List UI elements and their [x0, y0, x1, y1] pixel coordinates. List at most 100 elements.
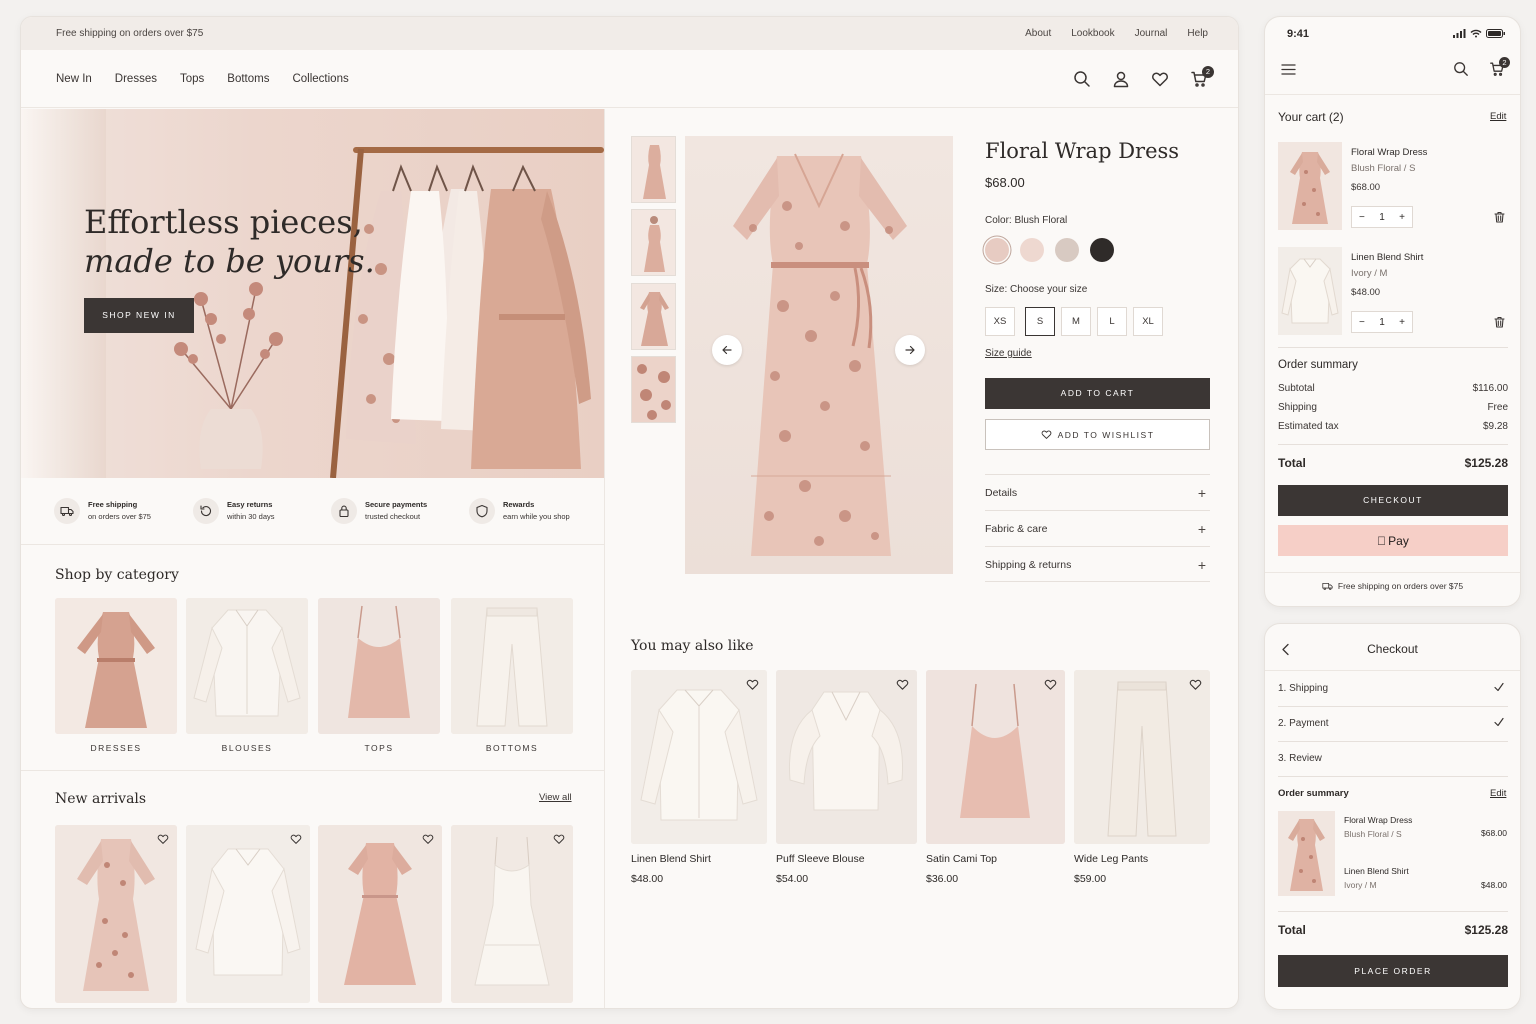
category-card-blouses[interactable] [186, 598, 308, 734]
wishlist-heart-icon[interactable] [896, 678, 909, 691]
recommendation-card-linen-shirt[interactable] [631, 670, 767, 844]
feature-secure-payments: Secure payments trusted checkout [331, 498, 427, 524]
recommendation-name[interactable]: Linen Blend Shirt [631, 853, 711, 865]
increase-qty-button[interactable]: + [1399, 212, 1405, 223]
cart-icon[interactable]: 2 [1190, 66, 1214, 88]
category-label-blouses[interactable]: BLOUSES [186, 743, 308, 753]
carousel-prev-button[interactable] [712, 335, 742, 365]
recommendation-name[interactable]: Wide Leg Pants [1074, 853, 1148, 865]
wishlist-heart-icon[interactable] [422, 833, 434, 845]
wishlist-heart-icon[interactable] [290, 833, 302, 845]
feature-free-shipping: Free shipping on orders over $75 [54, 498, 151, 524]
checkout-title: Checkout [1367, 642, 1418, 656]
accordion-fabric-care[interactable]: Fabric & care + [985, 510, 1210, 546]
checkout-step-payment[interactable]: 2. Payment [1278, 717, 1508, 729]
floral-dress-illustration [55, 825, 177, 1003]
cami-top-illustration [318, 598, 440, 734]
wishlist-heart-icon[interactable] [746, 678, 759, 691]
place-order-button[interactable]: PLACE ORDER [1278, 955, 1508, 987]
recommendation-name[interactable]: Puff Sleeve Blouse [776, 853, 865, 865]
hero-banner: Effortless pieces, made to be yours. SHOP… [21, 109, 604, 478]
wishlist-heart-icon[interactable] [553, 833, 565, 845]
topbar-link-help[interactable]: Help [1187, 28, 1208, 39]
carousel-next-button[interactable] [895, 335, 925, 365]
color-swatch-rose[interactable] [1020, 238, 1044, 262]
search-icon[interactable] [1453, 61, 1469, 77]
color-swatch-taupe[interactable] [1055, 238, 1079, 262]
checkout-step-shipping[interactable]: 1. Shipping [1278, 682, 1508, 694]
category-label-bottoms[interactable]: BOTTOMS [451, 743, 573, 753]
add-to-wishlist-label: ADD TO WISHLIST [1057, 429, 1155, 440]
category-card-dresses[interactable] [55, 598, 177, 734]
category-card-tops[interactable] [318, 598, 440, 734]
checkout-step-review[interactable]: 3. Review [1278, 753, 1508, 764]
category-card-bottoms[interactable] [451, 598, 573, 734]
size-option-m[interactable]: M [1061, 307, 1091, 336]
accordion-details[interactable]: Details + [985, 474, 1210, 510]
product-thumbnail-1[interactable] [631, 136, 676, 203]
heart-icon[interactable] [1151, 70, 1169, 88]
cart-edit-link[interactable]: Edit [1490, 111, 1506, 122]
feature-title: Secure payments [365, 500, 428, 509]
decrease-qty-button[interactable]: − [1359, 212, 1365, 223]
add-to-wishlist-button[interactable]: ADD TO WISHLIST [985, 419, 1210, 450]
new-arrival-card-pink-dress[interactable] [318, 825, 442, 1003]
recommendation-card-satin-cami[interactable] [926, 670, 1065, 844]
puff-sleeve-blouse-illustration [776, 670, 917, 844]
recommendation-name[interactable]: Satin Cami Top [926, 853, 997, 865]
size-option-s-selected[interactable]: S [1025, 307, 1055, 336]
topbar-link-lookbook[interactable]: Lookbook [1071, 28, 1114, 39]
topbar-link-about[interactable]: About [1025, 28, 1051, 39]
size-option-xl[interactable]: XL [1133, 307, 1163, 336]
category-label-dresses[interactable]: DRESSES [55, 743, 177, 753]
step-label: 2. Payment [1278, 718, 1329, 729]
hamburger-menu-icon[interactable] [1281, 63, 1296, 76]
cart-item-name[interactable]: Floral Wrap Dress [1351, 147, 1427, 158]
size-guide-link[interactable]: Size guide [985, 348, 1032, 359]
recommendation-card-puff-sleeve-blouse[interactable] [776, 670, 917, 844]
add-to-cart-button[interactable]: ADD TO CART [985, 378, 1210, 409]
increase-qty-button[interactable]: + [1399, 317, 1405, 328]
trash-icon[interactable] [1494, 316, 1505, 328]
cart-item-name[interactable]: Linen Blend Shirt [1351, 252, 1423, 263]
truck-icon [1322, 582, 1333, 590]
search-icon[interactable] [1073, 70, 1091, 88]
new-arrival-card-floral-dress[interactable] [55, 825, 177, 1003]
view-all-link[interactable]: View all [539, 792, 572, 803]
decrease-qty-button[interactable]: − [1359, 317, 1365, 328]
color-swatch-blush[interactable] [985, 238, 1009, 262]
nav-item-bottoms[interactable]: Bottoms [227, 73, 269, 85]
wishlist-heart-icon[interactable] [1189, 678, 1202, 691]
new-arrival-card-white-sundress[interactable] [451, 825, 573, 1003]
section-divider [21, 770, 604, 771]
nav-item-dresses[interactable]: Dresses [115, 73, 157, 85]
checkmark-icon [1494, 682, 1504, 692]
cart-item-image [1278, 247, 1342, 335]
trash-icon[interactable] [1494, 211, 1505, 223]
recommendation-card-wide-leg-pants[interactable] [1074, 670, 1210, 844]
nav-item-collections[interactable]: Collections [292, 73, 348, 85]
product-title: Floral Wrap Dress [985, 139, 1180, 163]
product-thumbnail-4[interactable] [631, 356, 676, 423]
nav-item-tops[interactable]: Tops [180, 73, 204, 85]
nav-item-new-in[interactable]: New In [56, 73, 92, 85]
size-option-xs[interactable]: XS [985, 307, 1015, 336]
topbar-link-journal[interactable]: Journal [1135, 28, 1168, 39]
product-thumbnail-2[interactable] [631, 209, 676, 276]
recommendation-price: $36.00 [926, 873, 959, 885]
apple-pay-button[interactable]: Pay [1278, 525, 1508, 556]
new-arrival-card-white-shirt[interactable] [186, 825, 310, 1003]
user-icon[interactable] [1112, 70, 1130, 88]
shop-new-in-button[interactable]: SHOP NEW IN [84, 298, 194, 333]
wishlist-heart-icon[interactable] [1044, 678, 1057, 691]
returns-icon [193, 498, 219, 524]
checkout-edit-link[interactable]: Edit [1490, 788, 1506, 799]
cart-icon[interactable]: 2 [1489, 57, 1510, 77]
product-thumbnail-3[interactable] [631, 283, 676, 350]
accordion-shipping-returns[interactable]: Shipping & returns + [985, 546, 1210, 582]
wishlist-heart-icon[interactable] [157, 833, 169, 845]
color-swatch-black[interactable] [1090, 238, 1114, 262]
category-label-tops[interactable]: TOPS [318, 743, 440, 753]
size-option-l[interactable]: L [1097, 307, 1127, 336]
checkout-button[interactable]: CHECKOUT [1278, 485, 1508, 516]
